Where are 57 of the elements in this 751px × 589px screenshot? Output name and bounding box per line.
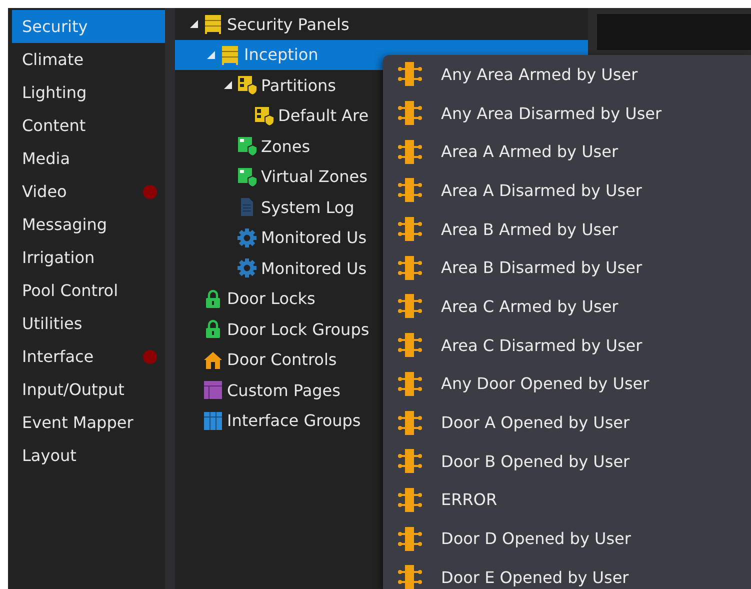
sidebar-item[interactable]: Media [12,142,165,175]
columns-icon [203,410,223,431]
menu-item[interactable]: Area A Armed by User [383,132,751,172]
cabinet-icon [203,14,223,34]
menu-item[interactable]: Area C Armed by User [383,287,751,326]
shield-grid-icon [237,166,257,187]
shield-grid-icon [254,106,274,126]
padlock-icon [203,288,223,309]
menu-item[interactable]: Door E Opened by User [383,558,751,589]
shield-grid-icon [237,75,257,96]
sidebar-item[interactable]: Lighting [12,76,165,109]
connector-icon [397,410,423,436]
menu-item[interactable]: Any Area Disarmed by User [383,94,751,132]
connector-icon [397,138,423,165]
connector-icon [397,177,423,204]
sidebar-item[interactable]: Utilities [12,307,165,340]
sidebar-item[interactable]: Input/Output [12,373,165,406]
shield-grid-icon [237,136,257,156]
sidebar-item[interactable]: Content [12,109,165,142]
sidebar-item[interactable]: Messaging [12,208,165,241]
menu-item[interactable]: Area A Disarmed by User [383,171,751,210]
cabinet-icon [220,44,240,65]
connector-icon [397,564,423,589]
connector-icon [397,254,423,281]
sidebar-item[interactable]: Event Mapper [12,406,165,439]
gear-icon [237,258,257,278]
connector-icon [397,216,423,242]
connector-icon [397,448,423,474]
tree-item[interactable]: Security Panels [175,9,588,40]
sidebar-item[interactable]: Irrigation [12,241,165,274]
menu-item[interactable]: Door B Opened by User [383,442,751,481]
sidebar-item[interactable]: Video [12,175,165,208]
padlock-icon [203,319,223,340]
menu-item[interactable]: Door A Opened by User [383,403,751,442]
menu-item[interactable]: Door D Opened by User [383,519,751,558]
gear-icon [237,228,257,248]
collapse-arrow-icon[interactable] [189,19,199,30]
sidebar-item[interactable]: Climate [12,43,165,76]
connector-icon [397,486,423,513]
sidebar-item[interactable]: Layout [12,439,165,472]
layout-icon [203,380,223,400]
connector-icon [397,100,423,126]
house-icon [203,350,223,370]
sidebar-item[interactable]: Interface [12,340,165,373]
connector-icon [397,332,423,358]
menu-item[interactable]: Area C Disarmed by User [383,326,751,364]
connector-icon [397,370,423,397]
collapse-arrow-icon[interactable] [223,80,233,90]
menu-item[interactable]: Any Door Opened by User [383,364,751,404]
connector-icon [397,526,423,552]
sidebar-item[interactable]: Security [12,10,165,43]
menu-item[interactable]: ERROR [383,480,751,520]
menu-item[interactable]: Area B Armed by User [383,210,751,248]
connector-icon [397,293,423,320]
menu-item[interactable]: Area B Disarmed by User [383,248,751,288]
connector-icon [397,61,423,88]
sidebar-item[interactable]: Pool Control [12,274,165,307]
